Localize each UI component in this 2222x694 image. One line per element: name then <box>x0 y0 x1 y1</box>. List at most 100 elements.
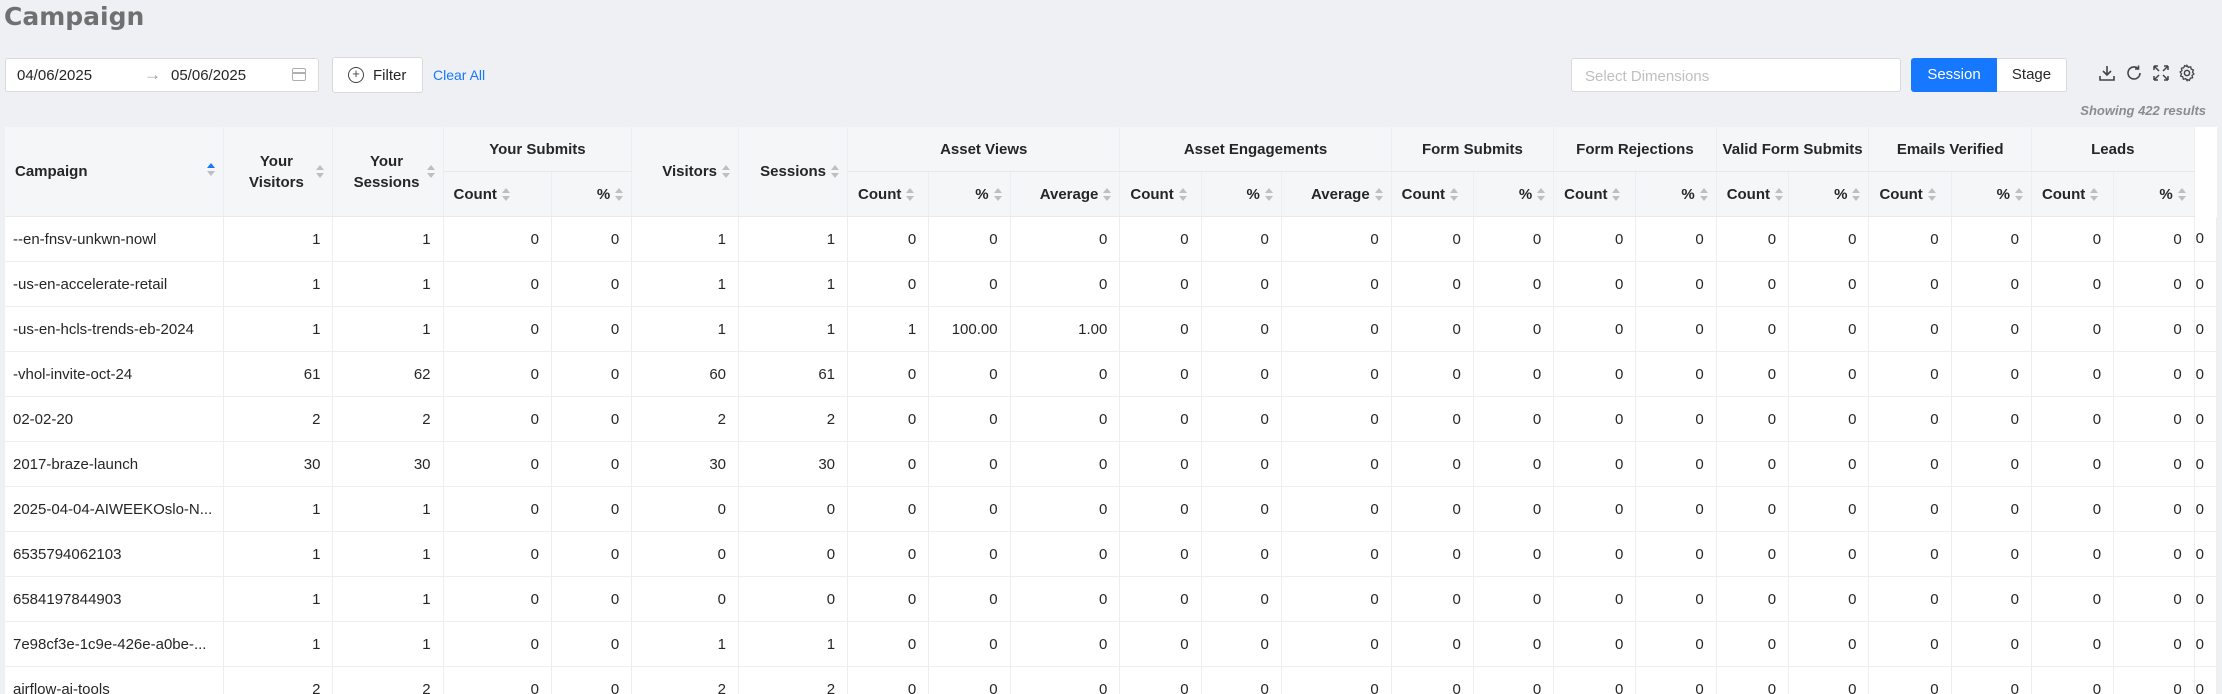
sort-icon[interactable] <box>1264 187 1273 202</box>
sort-icon[interactable] <box>1612 187 1621 202</box>
sort-icon[interactable] <box>501 187 510 202</box>
dimensions-select[interactable] <box>1571 58 1901 92</box>
subheader-pct[interactable]: % <box>551 171 633 217</box>
campaign-name-cell[interactable]: 7e98cf3e-1c9e-426e-a0be-... <box>5 621 225 667</box>
filter-button[interactable]: + Filter <box>332 57 423 93</box>
sort-icon[interactable] <box>207 163 216 177</box>
subheader-pct[interactable]: % <box>928 171 1011 217</box>
sort-icon[interactable] <box>426 164 435 179</box>
campaign-name-cell[interactable]: 02-02-20 <box>5 396 225 442</box>
campaign-name-cell[interactable]: -us-en-hcls-trends-eb-2024 <box>5 306 225 352</box>
table-cell: 0 <box>1010 576 1121 622</box>
fullscreen-icon[interactable] <box>2150 64 2172 86</box>
campaign-name-cell[interactable]: 6584197844903 <box>5 576 225 622</box>
sort-icon[interactable] <box>1852 187 1861 202</box>
subheader-count[interactable]: Count <box>847 171 930 217</box>
sort-icon[interactable] <box>615 187 624 202</box>
table-cell: 0 <box>1553 576 1637 622</box>
sort-icon[interactable] <box>1450 187 1458 202</box>
subheader-count[interactable]: Count <box>1119 171 1202 217</box>
date-range-picker[interactable]: 04/06/2025 → 05/06/2025 <box>5 58 319 92</box>
sort-icon[interactable] <box>831 165 840 179</box>
col-sessions[interactable]: Sessions <box>738 127 849 217</box>
col-your-sessions[interactable]: Your Sessions <box>332 127 444 217</box>
clear-all-link[interactable]: Clear All <box>433 67 485 83</box>
table-row[interactable]: -us-en-hcls-trends-eb-2024 1 1 0 0 1 1 1 100.00 1… <box>5 306 2217 352</box>
sort-icon[interactable] <box>2090 187 2099 202</box>
dimensions-input[interactable] <box>1583 67 1887 86</box>
subheader-pct[interactable]: % <box>1951 171 2032 217</box>
sort-icon[interactable] <box>1103 187 1112 202</box>
campaign-name-cell[interactable]: --en-fnsv-unkwn-nowl <box>5 216 225 262</box>
subheader-pct[interactable]: % <box>1788 171 1870 217</box>
subheader-pct[interactable]: % <box>1201 171 1282 217</box>
subheader-pct[interactable]: % <box>2113 171 2195 217</box>
col-campaign[interactable]: Campaign <box>5 127 225 217</box>
table-row[interactable]: --en-fnsv-unkwn-nowl 1 1 0 0 1 1 0 0 0 0 0 0 0 0 0 0 0 0 0 0… <box>5 216 2217 262</box>
campaign-name-cell[interactable]: 6535794062103 <box>5 531 225 577</box>
table-cell: 0 <box>1119 486 1202 532</box>
sort-icon[interactable] <box>906 187 915 202</box>
table-row[interactable]: 02-02-20 2 2 0 0 2 2 0 0 0 0 0 0 0 0 0 0 0 0 0 0 0 0 0 <box>5 396 2217 442</box>
table-cell: 0 <box>1391 306 1474 352</box>
table-cell: 0 <box>1201 486 1282 532</box>
table-cell: 0 <box>1201 261 1282 307</box>
col-visitors[interactable]: Visitors <box>631 127 740 217</box>
subheader-pct[interactable]: % <box>1635 171 1717 217</box>
sort-icon[interactable] <box>1178 187 1187 202</box>
table-row[interactable]: airflow-ai-tools 2 2 0 0 2 2 0 0 0 0 0 0 0 0 0 0 0 0 0 0 0 0 0 <box>5 666 2217 694</box>
sort-icon[interactable] <box>1374 187 1383 202</box>
download-icon[interactable] <box>2096 64 2118 86</box>
table-row[interactable]: -vhol-invite-oct-24 61 62 0 0 60 61 0 0 0 0 0 0 0 0 0 0 0… <box>5 351 2217 397</box>
subheader-average[interactable]: Average <box>1281 171 1392 217</box>
table-cell: 30 <box>631 441 740 487</box>
sort-icon[interactable] <box>722 165 731 179</box>
table-cell: 0 <box>1281 531 1392 577</box>
start-date[interactable]: 04/06/2025 <box>17 67 92 84</box>
table-cell: 0 <box>443 666 552 694</box>
sort-icon[interactable] <box>1537 187 1546 202</box>
sort-icon[interactable] <box>2014 187 2023 202</box>
table-row[interactable]: 2025-04-04-AIWEEKOslo-N... 1 1 0 0 0 0 0 0 0 0 0 0 0 0… <box>5 486 2217 532</box>
table-cell: 0 <box>1010 351 1121 397</box>
settings-icon[interactable] <box>2176 63 2198 86</box>
table-cell: 0 <box>443 441 552 487</box>
subheader-count[interactable]: Count <box>1868 171 1952 217</box>
stage-toggle[interactable]: Stage <box>1997 58 2067 92</box>
sort-icon[interactable] <box>1927 187 1936 202</box>
table-row[interactable]: 6535794062103 1 1 0 0 0 0 0 0 0 0 0 0 0 0 0 0 0 0 0 0 0 0 0 <box>5 531 2217 577</box>
subheader-count[interactable]: Count <box>443 171 552 217</box>
campaign-name-cell[interactable]: -us-en-accelerate-retail <box>5 261 225 307</box>
campaign-name-cell[interactable]: -vhol-invite-oct-24 <box>5 351 225 397</box>
subheader-count[interactable]: Count <box>1391 171 1474 217</box>
session-toggle[interactable]: Session <box>1911 58 1997 92</box>
sort-icon[interactable] <box>993 187 1002 202</box>
table-cell: 0 <box>1010 261 1121 307</box>
table-row[interactable]: 6584197844903 1 1 0 0 0 0 0 0 0 0 0 0 0 0 0 0 0 0 0 0 0 0 0 <box>5 576 2217 622</box>
table-cell: 1 <box>332 261 444 307</box>
table-row[interactable]: 2017-braze-launch 30 30 0 0 30 30 0 0 0 0 0 0 0 0 0 0 0 0 0… <box>5 441 2217 487</box>
subheader-count[interactable]: Count <box>1553 171 1637 217</box>
campaign-name-cell[interactable]: airflow-ai-tools <box>5 666 225 694</box>
end-date[interactable]: 05/06/2025 <box>171 67 246 84</box>
subheader-average[interactable]: Average <box>1010 171 1121 217</box>
table-cell: 0 <box>1635 261 1717 307</box>
sort-icon[interactable] <box>316 164 325 179</box>
campaign-name-cell[interactable]: 2025-04-04-AIWEEKOslo-N... <box>5 486 225 532</box>
table-cell: 0 <box>2194 306 2217 352</box>
table-row[interactable]: 7e98cf3e-1c9e-426e-a0be-... 1 1 0 0 1 1 0 0 0 0 0 0 0… <box>5 621 2217 667</box>
sort-icon[interactable] <box>2177 187 2186 202</box>
table-cell: 0 <box>1391 486 1474 532</box>
table-cell: 0 <box>551 621 633 667</box>
subheader-count[interactable]: Count <box>2031 171 2115 217</box>
table-cell: 1 <box>223 306 334 352</box>
table-row[interactable]: -us-en-accelerate-retail 1 1 0 0 1 1 0 0 0 0 0 0 0 0 0 0… <box>5 261 2217 307</box>
campaign-name-cell[interactable]: 2017-braze-launch <box>5 441 225 487</box>
table-cell: 0 <box>1010 396 1121 442</box>
sort-icon[interactable] <box>1699 187 1708 202</box>
subheader-count[interactable]: Count <box>1716 171 1790 217</box>
sort-icon[interactable] <box>1775 187 1784 202</box>
col-your-visitors[interactable]: Your Visitors <box>223 127 334 217</box>
refresh-icon[interactable] <box>2123 64 2145 86</box>
subheader-pct[interactable]: % <box>1473 171 1555 217</box>
